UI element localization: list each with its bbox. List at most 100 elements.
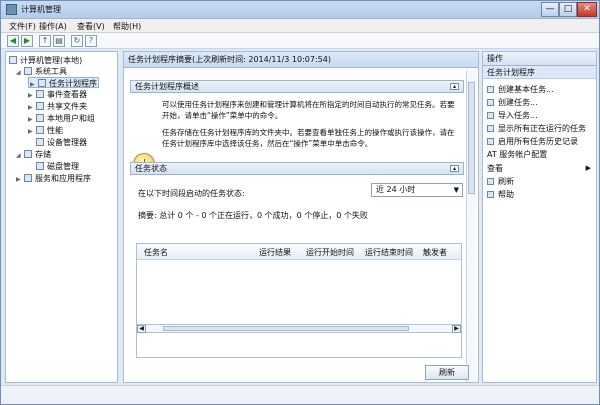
period-selected-value: 近 24 小时 [376, 185, 416, 194]
performance-icon [36, 126, 44, 134]
expand-arrow-icon[interactable]: ▶ [28, 90, 35, 101]
toolbar: ◀ ▶ ↑ ▤ ↻ ? [1, 33, 599, 49]
disk-management-icon [36, 162, 44, 170]
tree-disk-management[interactable]: 磁盘管理 [36, 161, 79, 172]
services-icon [24, 174, 32, 182]
action-at-account-config-label: AT 服务帐户配置 [487, 150, 548, 159]
refresh-button[interactable]: 刷新 [425, 365, 469, 380]
summary-vertical-scrollbar[interactable] [466, 70, 476, 382]
action-view[interactable]: 查看 ▶ [487, 163, 593, 174]
action-create-task-label: 创建任务... [498, 98, 538, 107]
refresh-action-icon [487, 178, 494, 185]
refresh-icon[interactable]: ↻ [71, 35, 83, 47]
expand-arrow-icon[interactable]: ▶ [28, 126, 35, 137]
action-create-basic-task-label: 创建基本任务... [498, 85, 554, 94]
help-icon[interactable]: ? [85, 35, 97, 47]
action-enable-history-label: 启用所有任务历史记录 [498, 137, 578, 146]
overview-line-3: 任务存储在任务计划程序库的文件夹中。若要查看单独任务上的操作或执行该操作，请在 [162, 128, 455, 137]
action-at-account-config[interactable]: AT 服务帐户配置 [487, 149, 593, 160]
tree-storage[interactable]: ◢ 存储 [16, 149, 51, 160]
task-status-grid: 任务名 运行结果 运行开始时间 运行结束时间 触发者 [136, 243, 462, 358]
overview-title: 任务计划程序概述 [135, 82, 199, 91]
overview-section-header[interactable]: 任务计划程序概述 ▴ [130, 80, 464, 93]
tree-device-manager[interactable]: 设备管理器 [36, 137, 87, 148]
actions-title: 操作 [483, 52, 596, 66]
tree-local-users-groups[interactable]: ▶ 本地用户和组 [28, 113, 95, 124]
tree-services-apps[interactable]: ▶ 服务和应用程序 [16, 173, 91, 184]
column-task-name[interactable]: 任务名 [144, 247, 168, 258]
status-bar [1, 385, 599, 404]
console-tree: 计算机管理(本地) ◢ 系统工具 ▶ 任务计划程序 ▶ 事件查看器 ▶ 共享文件夹 ▶ 本… [5, 51, 118, 383]
scroll-left-icon[interactable]: ◀ [137, 325, 146, 333]
event-viewer-icon [36, 90, 44, 98]
close-button[interactable]: ✕ [577, 2, 597, 17]
chevron-down-icon[interactable]: ▼ [454, 184, 459, 196]
scroll-right-icon[interactable]: ▶ [452, 325, 461, 333]
show-hide-console-tree-icon[interactable]: ▤ [53, 35, 65, 47]
computer-management-icon [6, 4, 17, 15]
action-show-running-tasks-label: 显示所有正在运行的任务 [498, 124, 586, 133]
grid-horizontal-scrollbar[interactable]: ◀ ▶ [136, 324, 462, 333]
collapse-arrow-icon[interactable]: ◢ [16, 150, 23, 161]
menu-file[interactable]: 文件(F) [9, 21, 36, 32]
maximize-button[interactable]: □ [559, 2, 577, 17]
tree-root[interactable]: 计算机管理(本地) [9, 55, 82, 66]
horizontal-scroll-thumb[interactable] [163, 326, 409, 331]
task-scheduler-summary-pane: 任务计划程序摘要(上次刷新时间: 2014/11/3 10:07:54) 任务计… [123, 51, 479, 383]
status-section-header[interactable]: 任务状态 ▴ [130, 162, 464, 175]
tree-system-tools[interactable]: ◢ 系统工具 [16, 66, 67, 77]
up-icon[interactable]: ↑ [39, 35, 51, 47]
tree-disk-management-label: 磁盘管理 [47, 162, 79, 171]
collapse-section-icon[interactable]: ▴ [450, 165, 459, 172]
create-task-icon [487, 99, 494, 106]
tree-performance-label: 性能 [47, 126, 63, 135]
toolbox-icon [24, 67, 32, 75]
action-import-task-label: 导入任务... [498, 111, 538, 120]
minimize-button[interactable]: — [541, 2, 559, 17]
actions-subtitle[interactable]: 任务计划程序 [483, 66, 596, 79]
period-select[interactable]: 近 24 小时 ▼ [371, 183, 463, 197]
menu-view[interactable]: 查看(V) [77, 21, 105, 32]
action-refresh[interactable]: 刷新 [487, 176, 593, 187]
tree-event-viewer-label: 事件查看器 [47, 90, 87, 99]
action-view-label: 查看 [487, 164, 503, 173]
action-enable-history[interactable]: 启用所有任务历史记录 [487, 136, 593, 147]
expand-arrow-icon[interactable]: ▶ [28, 114, 35, 125]
collapse-arrow-icon[interactable]: ◢ [16, 67, 23, 78]
tree-shared-folders[interactable]: ▶ 共享文件夹 [28, 101, 87, 112]
tree-event-viewer[interactable]: ▶ 事件查看器 [28, 89, 87, 100]
overview-line-2: 开始，请单击“操作”菜单中的命令。 [162, 111, 283, 120]
menu-action[interactable]: 操作(A) [39, 21, 67, 32]
action-show-running-tasks[interactable]: 显示所有正在运行的任务 [487, 123, 593, 134]
tree-task-scheduler[interactable]: ▶ 任务计划程序 [28, 77, 99, 88]
action-refresh-label: 刷新 [498, 177, 514, 186]
overview-description: 可以使用任务计划程序来创建和管理计算机将在所指定的时间自动执行的常见任务。若要 … [162, 99, 462, 149]
title-bar: 计算机管理 — □ ✕ [1, 1, 599, 19]
import-task-icon [487, 112, 494, 119]
collapse-section-icon[interactable]: ▴ [450, 83, 459, 90]
tree-services-apps-label: 服务和应用程序 [35, 174, 91, 183]
users-icon [36, 114, 44, 122]
action-create-basic-task[interactable]: 创建基本任务... [487, 84, 593, 95]
back-icon[interactable]: ◀ [7, 35, 19, 47]
action-help[interactable]: 帮助 [487, 189, 593, 200]
expand-arrow-icon[interactable]: ▶ [16, 174, 23, 185]
vertical-scroll-thumb[interactable] [468, 82, 475, 194]
column-run-result[interactable]: 运行结果 [259, 247, 291, 258]
column-run-start[interactable]: 运行开始时间 [306, 247, 354, 258]
forward-icon[interactable]: ▶ [21, 35, 33, 47]
menu-help[interactable]: 帮助(H) [113, 21, 141, 32]
submenu-arrow-icon: ▶ [585, 164, 591, 172]
action-import-task[interactable]: 导入任务... [487, 110, 593, 121]
history-icon [487, 138, 494, 145]
status-prompt: 在以下时间段启动的任务状态: [138, 189, 245, 198]
shared-folder-icon [36, 102, 44, 110]
column-run-end[interactable]: 运行结束时间 [365, 247, 413, 258]
tree-root-label: 计算机管理(本地) [20, 56, 83, 65]
window-title: 计算机管理 [21, 5, 61, 14]
tree-performance[interactable]: ▶ 性能 [28, 125, 63, 136]
column-triggered-by[interactable]: 触发者 [423, 247, 447, 258]
tree-task-scheduler-label: 任务计划程序 [49, 79, 97, 88]
action-create-task[interactable]: 创建任务... [487, 97, 593, 108]
expand-arrow-icon[interactable]: ▶ [28, 102, 35, 113]
